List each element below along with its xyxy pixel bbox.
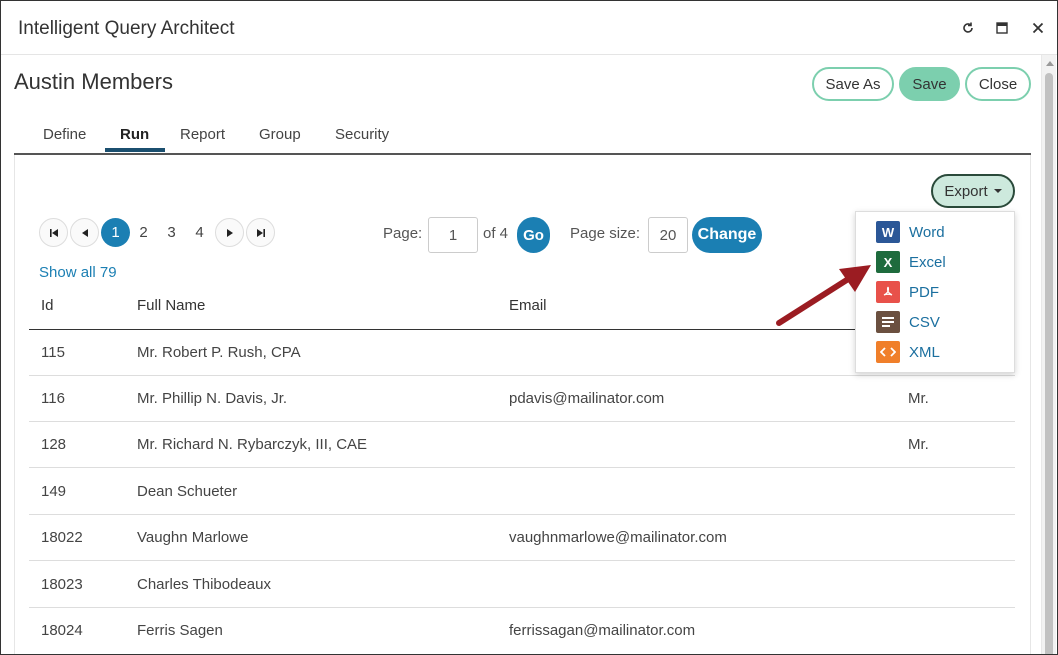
- tab-define[interactable]: Define: [43, 126, 86, 155]
- menu-item-label: Excel: [909, 253, 946, 271]
- page-link-4[interactable]: 4: [185, 218, 214, 247]
- tab-bar: Define Run Report Group Security: [14, 121, 1031, 155]
- tab-group[interactable]: Group: [259, 126, 301, 155]
- tab-report[interactable]: Report: [180, 126, 225, 155]
- export-label: Export: [944, 182, 988, 200]
- row-divider: [29, 560, 1015, 561]
- prev-page-button[interactable]: [70, 218, 99, 247]
- word-icon: W: [876, 221, 900, 243]
- save-button[interactable]: Save: [899, 67, 960, 101]
- cell-email: pdavis@mailinator.com: [509, 390, 665, 407]
- row-divider: [29, 467, 1015, 468]
- show-all-link[interactable]: Show all 79: [39, 264, 117, 281]
- export-word-item[interactable]: W Word: [876, 220, 945, 244]
- window-title: Intelligent Query Architect: [18, 18, 235, 39]
- query-architect-window: Intelligent Query Architect Austin Membe…: [0, 0, 1058, 655]
- column-header-full-name[interactable]: Full Name: [137, 297, 205, 314]
- row-divider: [29, 514, 1015, 515]
- cell-id: 18024: [41, 622, 83, 639]
- next-page-icon: [226, 228, 233, 237]
- cell-prefix: Mr.: [908, 436, 929, 453]
- close-button[interactable]: Close: [965, 67, 1031, 101]
- prev-page-icon: [81, 228, 88, 237]
- next-page-button[interactable]: [215, 218, 244, 247]
- page-count-label: of 4: [483, 225, 509, 242]
- column-header-email[interactable]: Email: [509, 297, 547, 314]
- cell-full-name: Vaughn Marlowe: [137, 529, 249, 546]
- menu-item-label: XML: [909, 343, 940, 361]
- vertical-scrollbar[interactable]: [1041, 55, 1056, 654]
- cell-id: 18022: [41, 529, 83, 546]
- first-page-icon: [49, 228, 58, 237]
- last-page-button[interactable]: [246, 218, 275, 247]
- page-size-input[interactable]: [648, 217, 688, 253]
- active-tab-indicator: [105, 148, 165, 152]
- page-label: Page:: [383, 225, 423, 242]
- row-divider: [29, 607, 1015, 608]
- page-link-2[interactable]: 2: [129, 218, 158, 247]
- menu-item-label: Word: [909, 223, 945, 241]
- page-link-1[interactable]: 1: [101, 218, 130, 247]
- row-divider: [29, 421, 1015, 422]
- caret-down-icon: [993, 189, 1002, 193]
- cell-email: ferrissagan@mailinator.com: [509, 622, 696, 639]
- cell-id: 18023: [41, 576, 83, 593]
- cell-id: 115: [41, 344, 65, 361]
- cell-full-name: Dean Schueter: [137, 483, 238, 500]
- export-pdf-item[interactable]: PDF: [876, 280, 939, 304]
- page-title: Austin Members: [14, 69, 173, 94]
- refresh-icon[interactable]: [959, 18, 977, 38]
- title-bar: Intelligent Query Architect: [1, 1, 1057, 55]
- cell-id: 116: [41, 390, 65, 407]
- first-page-button[interactable]: [39, 218, 68, 247]
- maximize-icon[interactable]: [993, 18, 1011, 38]
- cell-email: vaughnmarlowe@mailinator.com: [509, 529, 727, 546]
- menu-item-label: CSV: [909, 313, 940, 331]
- scroll-up-icon[interactable]: [1046, 61, 1054, 66]
- close-icon[interactable]: [1029, 18, 1047, 38]
- cell-full-name: Mr. Phillip N. Davis, Jr.: [137, 390, 288, 407]
- export-csv-item[interactable]: CSV: [876, 310, 940, 334]
- cell-full-name: Charles Thibodeaux: [137, 576, 271, 593]
- last-page-icon: [256, 228, 265, 237]
- page-link-3[interactable]: 3: [157, 218, 186, 247]
- cell-prefix: Mr.: [908, 390, 929, 407]
- cell-full-name: Mr. Richard N. Rybarczyk, III, CAE: [137, 436, 368, 453]
- change-page-size-button[interactable]: Change: [692, 217, 762, 253]
- cell-full-name: Mr. Robert P. Rush, CPA: [137, 344, 301, 361]
- page-size-label: Page size:: [570, 225, 641, 242]
- export-button[interactable]: Export: [931, 174, 1015, 208]
- export-excel-item[interactable]: X Excel: [876, 250, 946, 274]
- cell-full-name: Ferris Sagen: [137, 622, 223, 639]
- scrollbar-thumb[interactable]: [1045, 73, 1053, 654]
- menu-item-label: PDF: [909, 283, 939, 301]
- annotation-arrow-icon: [776, 265, 871, 326]
- go-button[interactable]: Go: [517, 217, 550, 253]
- column-header-id[interactable]: Id: [41, 297, 54, 314]
- row-divider: [29, 375, 1015, 376]
- export-xml-item[interactable]: XML: [876, 340, 940, 364]
- tab-security[interactable]: Security: [335, 126, 389, 155]
- save-as-button[interactable]: Save As: [812, 67, 894, 101]
- cell-id: 128: [41, 436, 67, 453]
- xml-icon: [876, 341, 900, 363]
- page-number-input[interactable]: [428, 217, 478, 253]
- cell-id: 149: [41, 483, 67, 500]
